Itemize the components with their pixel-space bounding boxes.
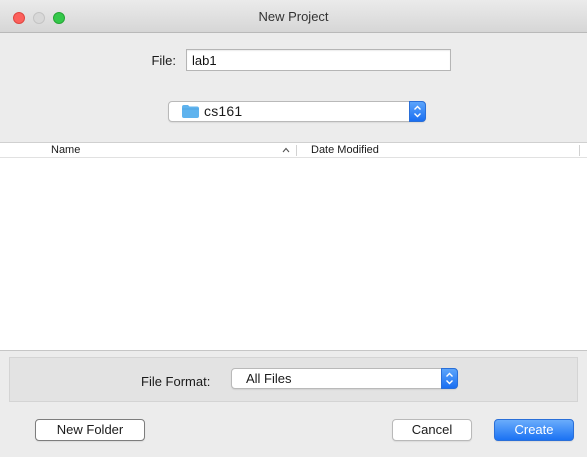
column-headers: Name Date Modified xyxy=(0,142,587,158)
location-folder-name: cs161 xyxy=(204,103,243,119)
column-divider[interactable] xyxy=(296,145,297,156)
file-list[interactable] xyxy=(0,158,587,351)
file-label: File: xyxy=(151,53,176,68)
chevron-up-icon xyxy=(282,147,290,153)
column-header-name[interactable]: Name xyxy=(51,143,80,157)
new-project-dialog: New Project File: cs161 Name Date Modifi… xyxy=(0,0,587,457)
close-window-button[interactable] xyxy=(13,12,25,24)
folder-icon xyxy=(182,105,199,118)
location-stepper-icon[interactable] xyxy=(409,101,426,122)
file-format-value: All Files xyxy=(246,371,292,386)
file-format-label: File Format: xyxy=(141,374,211,389)
column-divider[interactable] xyxy=(579,145,580,156)
file-format-select[interactable]: All Files xyxy=(231,368,458,389)
title-bar: New Project xyxy=(0,0,587,33)
create-button[interactable]: Create xyxy=(494,419,574,441)
new-folder-button[interactable]: New Folder xyxy=(35,419,145,441)
minimize-window-button[interactable] xyxy=(33,12,45,24)
column-header-date-modified[interactable]: Date Modified xyxy=(311,143,379,157)
zoom-window-button[interactable] xyxy=(53,12,65,24)
file-format-stepper-icon[interactable] xyxy=(441,368,458,389)
window-title: New Project xyxy=(258,9,329,24)
cancel-button[interactable]: Cancel xyxy=(392,419,472,441)
location-popup[interactable]: cs161 xyxy=(168,101,426,122)
file-name-field[interactable] xyxy=(186,49,451,71)
